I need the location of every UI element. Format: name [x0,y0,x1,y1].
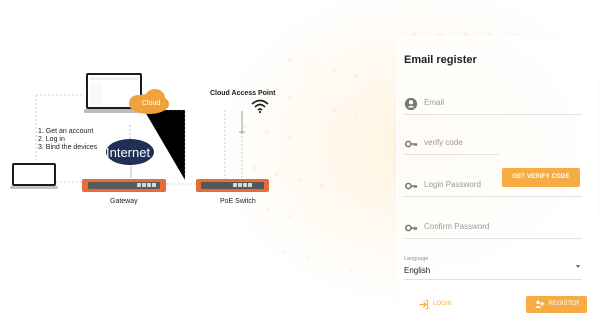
verify-code-field[interactable]: verify code [404,134,499,155]
confirm-password-field[interactable]: Confirm Password [404,218,582,239]
network-illustration: Cloud Internet Cloud Access Point Gatewa… [0,0,390,324]
key-icon [404,140,418,148]
poe-switch-label: PoE Switch [220,198,256,205]
step-1: 1. Get an account [38,128,94,135]
key-icon [404,224,418,232]
register-panel: Email register Email verify code GET VER… [396,36,598,326]
login-label: LOGIN [433,301,452,307]
network-diagram [10,73,269,192]
user-icon [404,97,418,111]
login-password-label: Login Password [424,180,481,189]
verify-code-label: verify code [424,138,463,147]
page-title: Email register [404,54,477,66]
key-icon [404,182,418,190]
person-add-icon [535,300,544,308]
register-label: REGISTER [548,301,580,307]
login-password-field[interactable]: Login Password [404,176,582,197]
register-button[interactable]: REGISTER [526,296,587,313]
login-button[interactable]: LOGIN [418,296,474,312]
language-underline [404,279,582,280]
email-field[interactable]: Email [404,94,582,115]
internet-label: Internet [106,145,151,160]
login-icon [419,299,429,309]
cloud-label: Cloud [142,100,161,107]
confirm-password-label: Confirm Password [424,222,490,231]
chevron-down-icon[interactable] [576,265,580,268]
language-select[interactable]: English [404,266,430,275]
step-3: 3. Bind the devices [38,144,98,151]
gateway-label: Gateway [110,198,138,205]
language-label: Language [404,256,429,262]
access-point-label: Cloud Access Point [210,90,276,97]
email-label: Email [424,98,445,107]
step-2: 2. Log in [38,136,65,143]
